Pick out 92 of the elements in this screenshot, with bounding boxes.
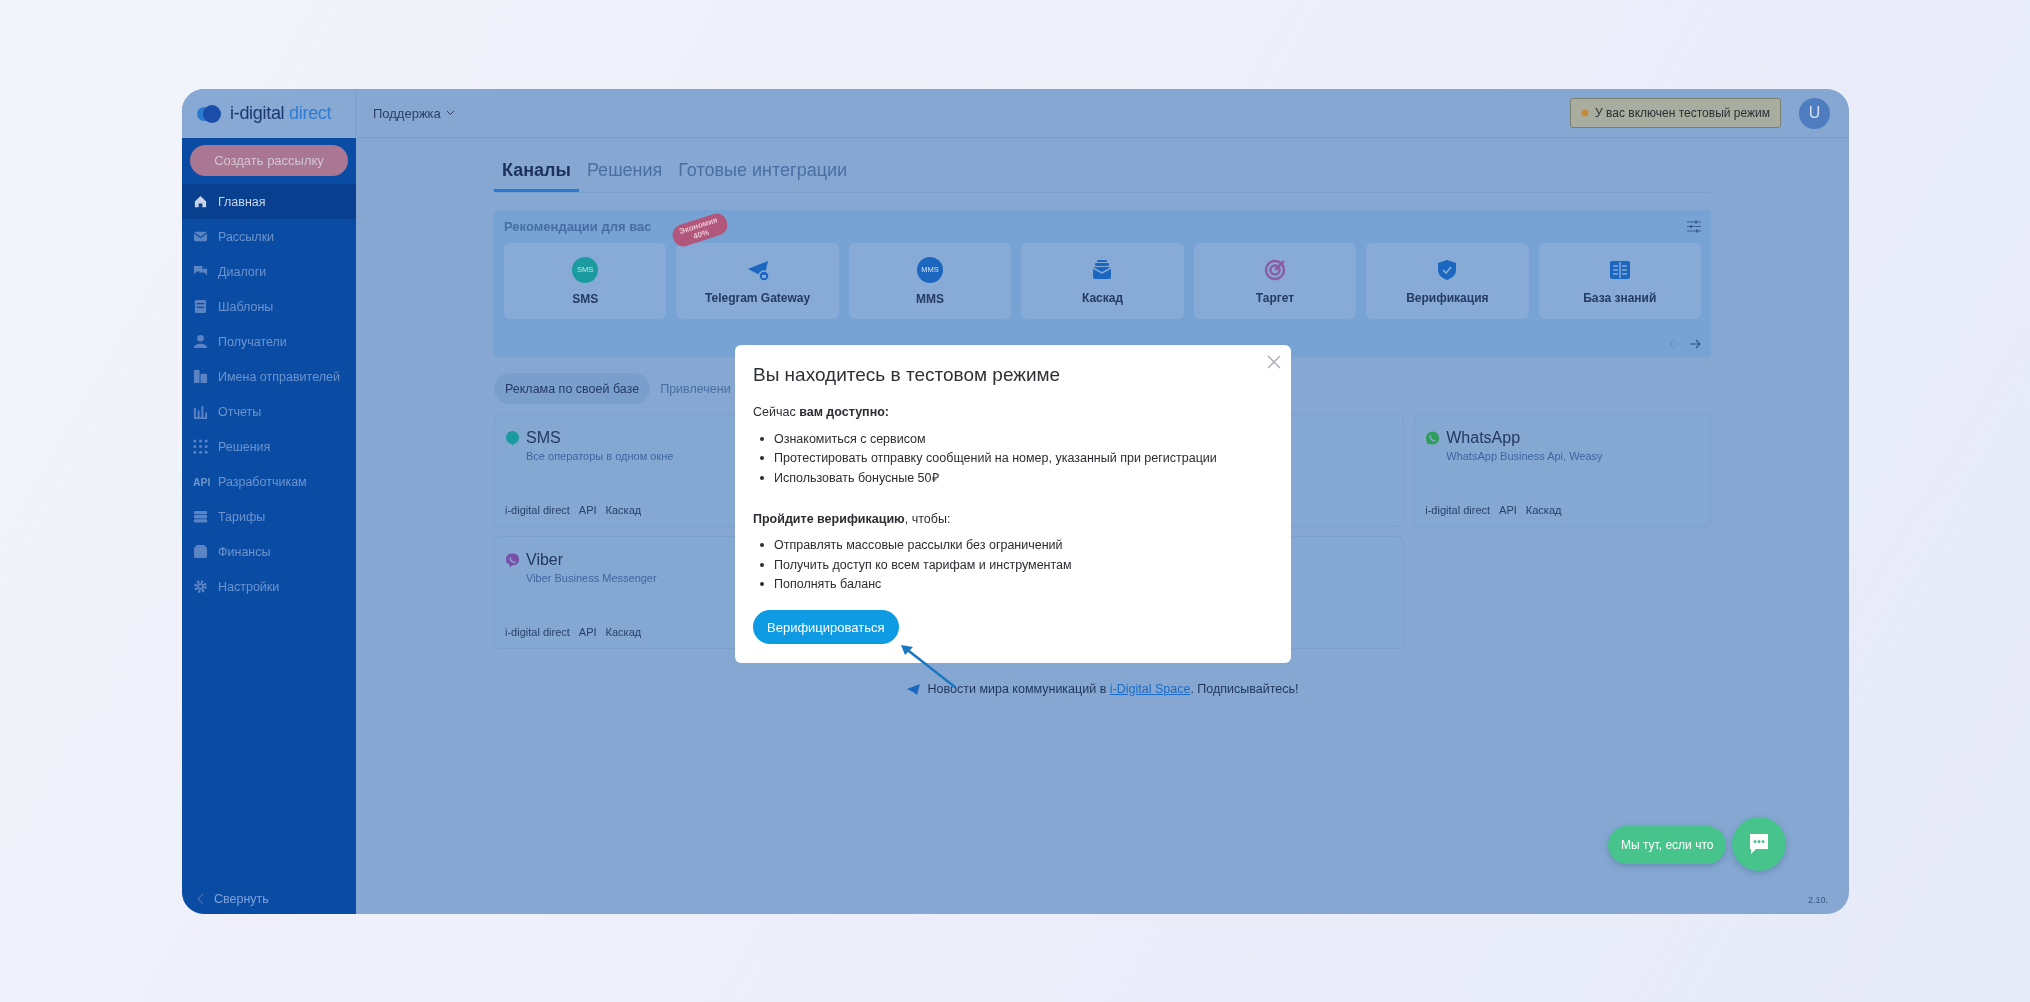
arrow-right-icon[interactable] [1689,339,1701,349]
bullet-icon [760,475,764,480]
channel-description: Viber Business Messenger [526,572,657,584]
channel-tag: i-digital direct [505,626,570,638]
sidebar-label: Отчеты [218,404,262,419]
grid-icon [193,439,208,454]
dialog-title: Вы находитесь в тестовом режиме [753,363,1062,387]
sidebar-item[interactable]: Решения [182,429,356,464]
sidebar-item[interactable]: Диалоги [182,254,356,289]
chat-button[interactable] [1732,817,1786,871]
sidebar-item[interactable]: Отчеты [182,394,356,429]
target-icon [1262,257,1287,282]
settings-icon [193,579,208,594]
sidebar-label: Главная [218,194,266,209]
sidebar-label: Финансы [218,544,271,559]
channel-description: Все операторы в одном окне [526,450,674,462]
sidebar-label: Шаблоны [218,299,274,314]
phone-bubble-icon [1425,430,1441,446]
channel-card[interactable]: WhatsApp WhatsApp Business Api, Weasy i-digital direct API Каскад [1414,414,1711,527]
sms-bubble-icon [505,430,520,446]
api-label: API [193,475,208,488]
sidebar-label: Решения [218,439,271,454]
bullet-icon [760,582,764,587]
sidebar-item[interactable]: Финансы [182,534,356,569]
bullet-icon [760,562,764,567]
filter-chip[interactable]: Реклама по своей базе [494,373,651,404]
tab[interactable]: Готовые интеграции [670,160,856,192]
person-icon [193,334,208,349]
tab[interactable]: Решения [578,160,671,192]
sidebar-item[interactable]: API Разработчикам [182,464,356,499]
tab[interactable]: Каналы [494,160,579,192]
chevron-icon [445,110,455,116]
sidebar-item[interactable]: Имена отправителей [182,359,356,394]
filter-chip[interactable]: Привлечени [656,373,735,404]
channel-tag: Каскад [605,626,642,638]
channel-title: SMS [526,429,561,447]
sidebar-item[interactable]: Настройки [182,569,356,604]
recommendation-card[interactable]: Таргет [1193,243,1357,319]
channel-tag: API [578,504,597,516]
avatar[interactable]: U [1799,97,1830,129]
news-text: Новости мира коммуникаций в i-Digital Space. Подписывайтесь! [927,682,1299,696]
building-icon [193,369,208,384]
channel-title: Viber [526,551,564,569]
verify-button[interactable]: Верифицироваться [753,610,899,644]
test-mode-text: У вас включен тестовый режим [1595,106,1770,120]
sidebar-label: Имена отправителей [218,369,340,384]
sidebar-label: Рассылки [218,229,275,244]
envelope-icon [193,229,208,244]
recommendation-card[interactable]: Telegram Gateway [676,243,839,319]
sidebar-item[interactable]: Шаблоны [182,289,356,324]
sidebar-item[interactable]: Получатели [182,324,356,359]
chat-bubble-icon [1747,832,1771,856]
sidebar-label: Разработчикам [218,474,307,489]
chat-prompt[interactable]: Мы тут, если что [1608,826,1727,864]
paper-plane-icon [906,683,920,695]
bullet-icon [760,543,764,548]
bar-chart-icon [193,404,208,419]
recommendation-card[interactable]: База знаний [1538,243,1701,319]
chevron-left-icon [196,893,204,905]
sidebar-item[interactable]: Тарифы [182,499,356,534]
sidebar-label: Настройки [218,579,280,594]
collapse-button[interactable]: Свернуть [182,892,356,914]
bullet-icon [760,436,764,441]
wallet-icon [193,544,208,559]
sliders-icon[interactable] [1687,220,1701,233]
document-icon [193,299,208,314]
sidebar-label: Диалоги [218,264,267,279]
logo-text: i-digital direct [230,103,332,124]
channel-title: WhatsApp [1446,429,1521,447]
support-menu[interactable]: Поддержка [373,105,455,121]
sidebar-label: Тарифы [218,509,266,524]
channel-tag: API [578,626,597,638]
recommendation-card[interactable]: Каскад [1021,243,1184,319]
sidebar-item[interactable]: Рассылки [182,219,356,254]
sidebar-item[interactable]: Главная [182,184,356,219]
sidebar-label: Получатели [218,334,287,349]
channel-tag: i-digital direct [1425,504,1491,516]
channel-tag: API [1499,504,1517,516]
channel-tag: i-digital direct [505,504,570,516]
list-icon [193,509,208,524]
version-text: 2.10. [1808,895,1829,905]
channel-description: WhatsApp Business Api, Weasy [1446,450,1603,462]
channel-tag: Каскад [605,504,642,516]
logo-icon [194,103,222,124]
create-mailing-button[interactable]: Создать рассылку [190,145,348,176]
bullet-icon [760,456,764,461]
viber-bubble-icon [505,552,520,568]
home-icon [193,194,208,209]
recommendation-card[interactable]: Верификация [1366,243,1529,319]
channel-tag: Каскад [1525,504,1562,516]
sun-icon [1581,109,1590,117]
close-icon[interactable] [1267,355,1281,369]
